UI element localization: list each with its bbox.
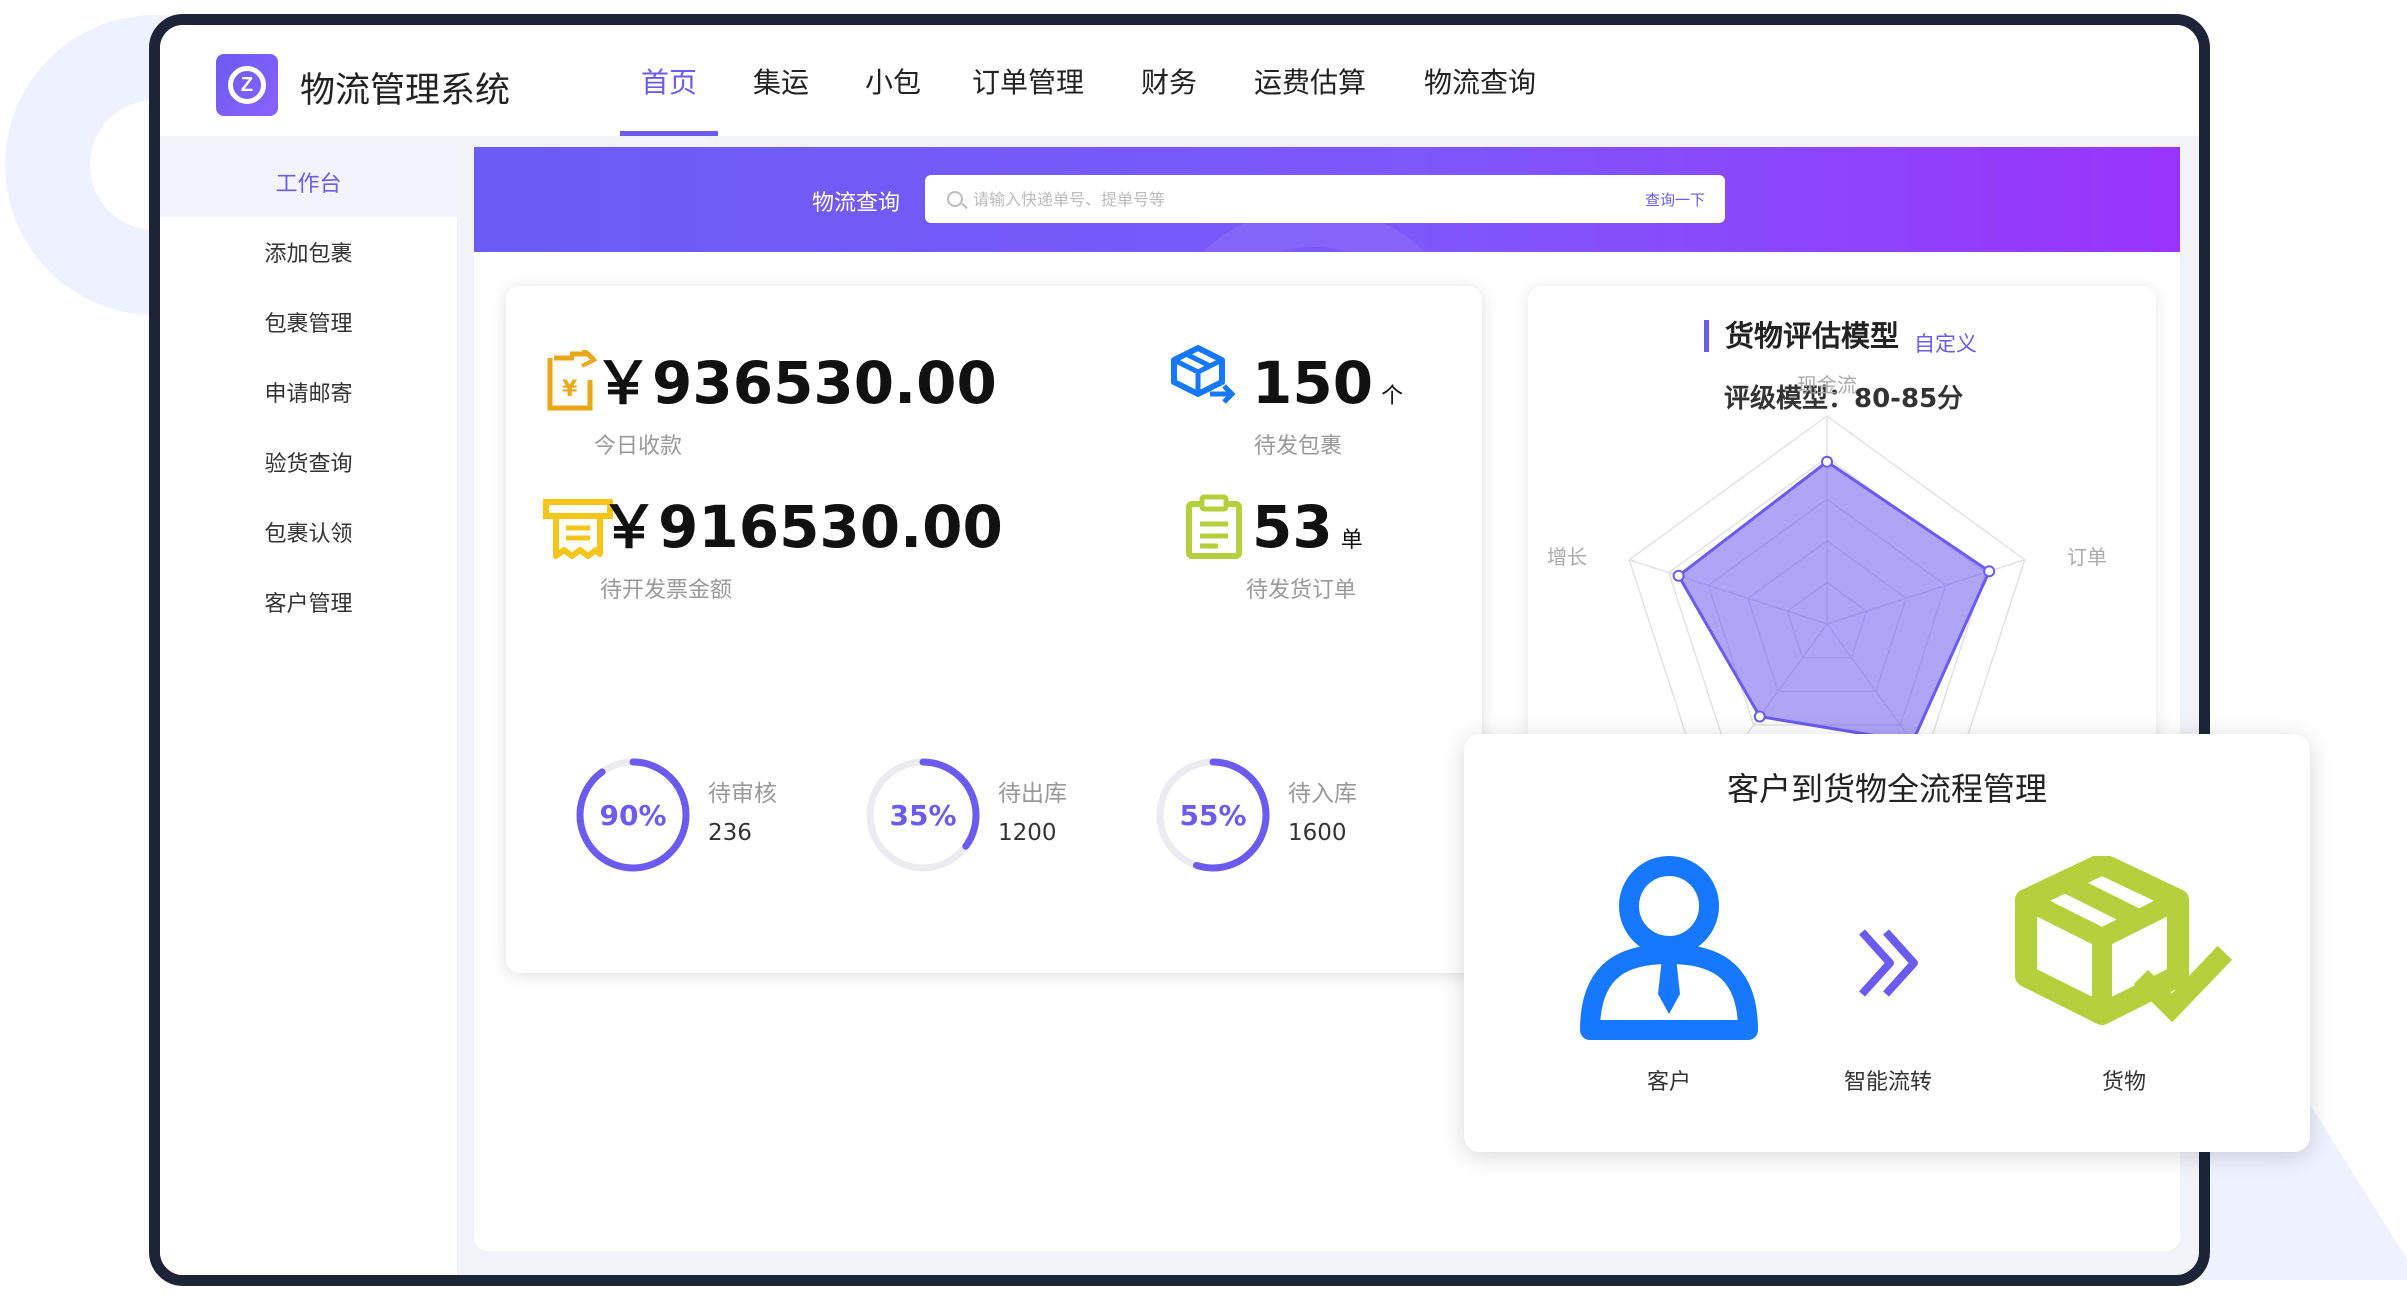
search-button[interactable]: 查询一下 (1645, 189, 1705, 210)
progress-percent: 90% (599, 798, 667, 832)
top-navigation-bar: Z 物流管理系统 首页 集运 小包 订单管理 财务 运费估算 物流查询 (160, 25, 2199, 136)
progress-pending-inbound[interactable]: 55% 待入库 1600 (1154, 756, 1414, 876)
progress-label: 待审核 (708, 781, 777, 807)
sidebar-item-customer-management[interactable]: 客户管理 (160, 567, 457, 637)
customer-icon (1580, 856, 1758, 1040)
nav-finance[interactable]: 财务 (1140, 25, 1198, 136)
pending-parcels-unit: 个 (1381, 384, 1404, 409)
main-nav: 首页 集运 小包 订单管理 财务 运费估算 物流查询 (620, 25, 1536, 136)
radar-area (1676, 459, 1992, 744)
pending-parcels-value: 150 (1252, 349, 1374, 417)
nav-logistics-tracking[interactable]: 物流查询 (1424, 25, 1536, 136)
parcel-ship-icon (1171, 345, 1236, 404)
search-banner: 物流查询 查询一下 (474, 147, 2180, 252)
double-chevron-right-icon (1859, 929, 1918, 997)
nav-small-parcel[interactable]: 小包 (864, 25, 922, 136)
progress-count: 1600 (1288, 820, 1347, 846)
stat-pending-orders: 53 单 待发货订单 (1246, 498, 1363, 604)
search-input[interactable] (973, 181, 1613, 217)
today-income-label: 今日收款 (594, 434, 683, 459)
flow-step-customer: 客户 (1646, 1070, 1692, 1095)
sidebar-item-parcel-management[interactable]: 包裹管理 (160, 287, 457, 357)
pending-orders-unit: 单 (1340, 528, 1363, 553)
progress-percent: 55% (1179, 798, 1247, 832)
progress-label: 待入库 (1288, 781, 1357, 807)
radar-point (1821, 455, 1833, 468)
search-icon (947, 191, 963, 207)
pending-invoice-label: 待开发票金额 (600, 578, 733, 603)
radar-point (1983, 565, 1996, 578)
app-title: 物流管理系统 (300, 71, 511, 111)
progress-count: 1200 (998, 820, 1057, 846)
pending-invoice-value: ￥916530.00 (600, 493, 1003, 561)
radar-axis-label: 增长 (1547, 545, 1587, 569)
sidebar-item-add-parcel[interactable]: 添加包裹 (160, 217, 457, 287)
app-logo-icon: Z (216, 54, 278, 116)
svg-text:¥: ¥ (562, 377, 578, 402)
cargo-box-check-icon (2015, 856, 2232, 1025)
stats-card: ¥ ￥936530.00 今日收款 150 个 待发包裹 ￥916530.00 待… (506, 286, 1482, 973)
receipt-income-icon: ¥ (547, 350, 598, 411)
search-box: 查询一下 (925, 175, 1725, 223)
nav-consolidation[interactable]: 集运 (752, 25, 810, 136)
stat-today-income: ￥936530.00 今日收款 (594, 354, 997, 460)
sidebar-item-parcel-claim[interactable]: 包裹认领 (160, 497, 457, 567)
sidebar-item-workbench[interactable]: 工作台 (160, 147, 457, 217)
process-flow-card: 客户到货物全流程管理 客户 智能流转 货物 (1464, 734, 2310, 1152)
flow-step-smart-transfer: 智能流转 (1843, 1070, 1933, 1095)
pending-orders-label: 待发货订单 (1246, 578, 1357, 603)
progress-pending-outbound[interactable]: 35% 待出库 1200 (864, 756, 1124, 876)
radar-axis-label: 订单 (2067, 545, 2107, 569)
progress-label: 待出库 (998, 781, 1067, 807)
sidebar: 工作台 添加包裹 包裹管理 申请邮寄 验货查询 包裹认领 客户管理 (160, 147, 457, 1275)
radar-point (1672, 569, 1685, 582)
sidebar-item-apply-mailing[interactable]: 申请邮寄 (160, 357, 457, 427)
nav-order-management[interactable]: 订单管理 (972, 25, 1084, 136)
flow-step-cargo: 货物 (2101, 1070, 2147, 1095)
today-income-value: ￥936530.00 (594, 349, 997, 417)
stat-pending-parcels: 150 个 待发包裹 (1252, 354, 1403, 460)
progress-count: 236 (708, 820, 752, 846)
flow-title: 客户到货物全流程管理 (1726, 770, 2047, 808)
radar-axis-label: 现金流 (1797, 373, 1857, 397)
pending-parcels-label: 待发包裹 (1254, 434, 1343, 459)
pending-orders-value: 53 (1252, 493, 1333, 561)
stat-pending-invoice: ￥916530.00 待开发票金额 (600, 498, 1003, 604)
progress-pending-review[interactable]: 90% 待审核 236 (574, 756, 834, 876)
nav-home[interactable]: 首页 (620, 25, 718, 136)
nav-freight-estimate[interactable]: 运费估算 (1254, 25, 1366, 136)
progress-percent: 35% (889, 798, 957, 832)
sidebar-item-inspection-query[interactable]: 验货查询 (160, 427, 457, 497)
search-label: 物流查询 (812, 191, 901, 216)
clipboard-order-icon (1186, 494, 1242, 559)
radar-point (1753, 710, 1766, 723)
